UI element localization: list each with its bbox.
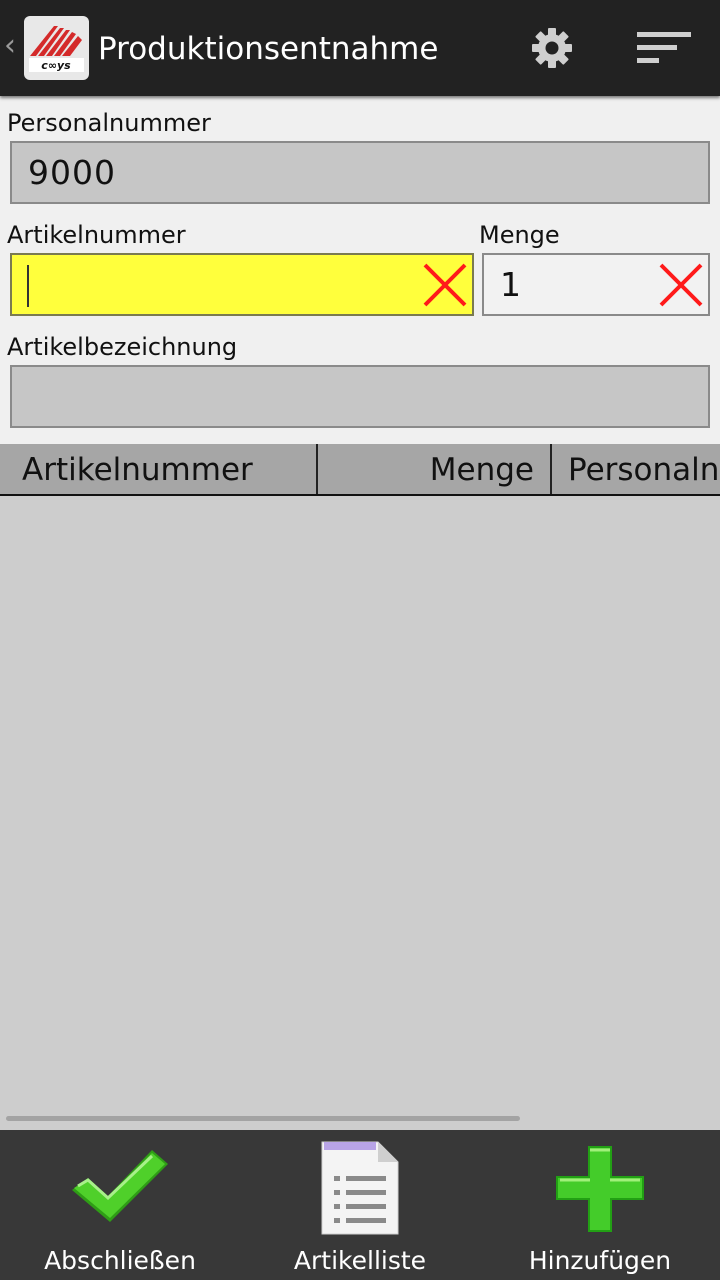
column-header-menge[interactable]: Menge [318,444,534,494]
overflow-menu-icon[interactable] [637,30,691,66]
document-list-icon [320,1140,400,1240]
artikelbezeichnung-field[interactable] [10,365,710,428]
table-header: Artikelnummer Menge Personalnummer [0,444,720,496]
horizontal-scrollbar[interactable] [6,1116,520,1121]
article-list-button-label: Artikelliste [293,1246,427,1275]
checkmark-icon [68,1146,172,1230]
close-icon[interactable] [656,260,706,310]
article-table-body[interactable] [0,496,720,1130]
plus-icon [554,1144,646,1238]
personalnummer-label: Personalnummer [7,109,211,137]
text-cursor [27,265,29,307]
finish-button-label: Abschließen [44,1246,196,1275]
artikelbezeichnung-label: Artikelbezeichnung [7,333,238,361]
personalnummer-value: 9000 [28,153,116,192]
artikelnummer-label: Artikelnummer [7,221,186,249]
artikelnummer-input[interactable] [10,253,474,316]
menge-input[interactable]: 1 [482,253,710,316]
svg-text:c∞ys: c∞ys [41,59,71,72]
chevron-left-icon[interactable]: ‹ [4,28,16,64]
gear-icon[interactable] [530,26,574,70]
column-divider [550,444,552,494]
close-icon[interactable] [420,260,470,310]
menge-value: 1 [500,265,522,304]
column-header-artikelnummer[interactable]: Artikelnummer [22,444,253,494]
column-header-personalnummer[interactable]: Personalnummer [568,444,720,494]
personalnummer-field[interactable]: 9000 [10,141,710,204]
page-title: Produktionsentnahme [98,31,439,67]
article-list-button[interactable]: Artikelliste [240,1130,480,1280]
add-button[interactable]: Hinzufügen [480,1130,720,1280]
action-bar: ‹ c∞ys Produktionsentnahme [0,0,720,96]
finish-button[interactable]: Abschließen [0,1130,240,1280]
menge-label: Menge [479,221,560,249]
add-button-label: Hinzufügen [528,1246,672,1275]
bottom-action-bar: Abschließen Artikelliste Hinzufügen [0,1130,720,1280]
app-logo-icon[interactable]: c∞ys [24,16,89,80]
